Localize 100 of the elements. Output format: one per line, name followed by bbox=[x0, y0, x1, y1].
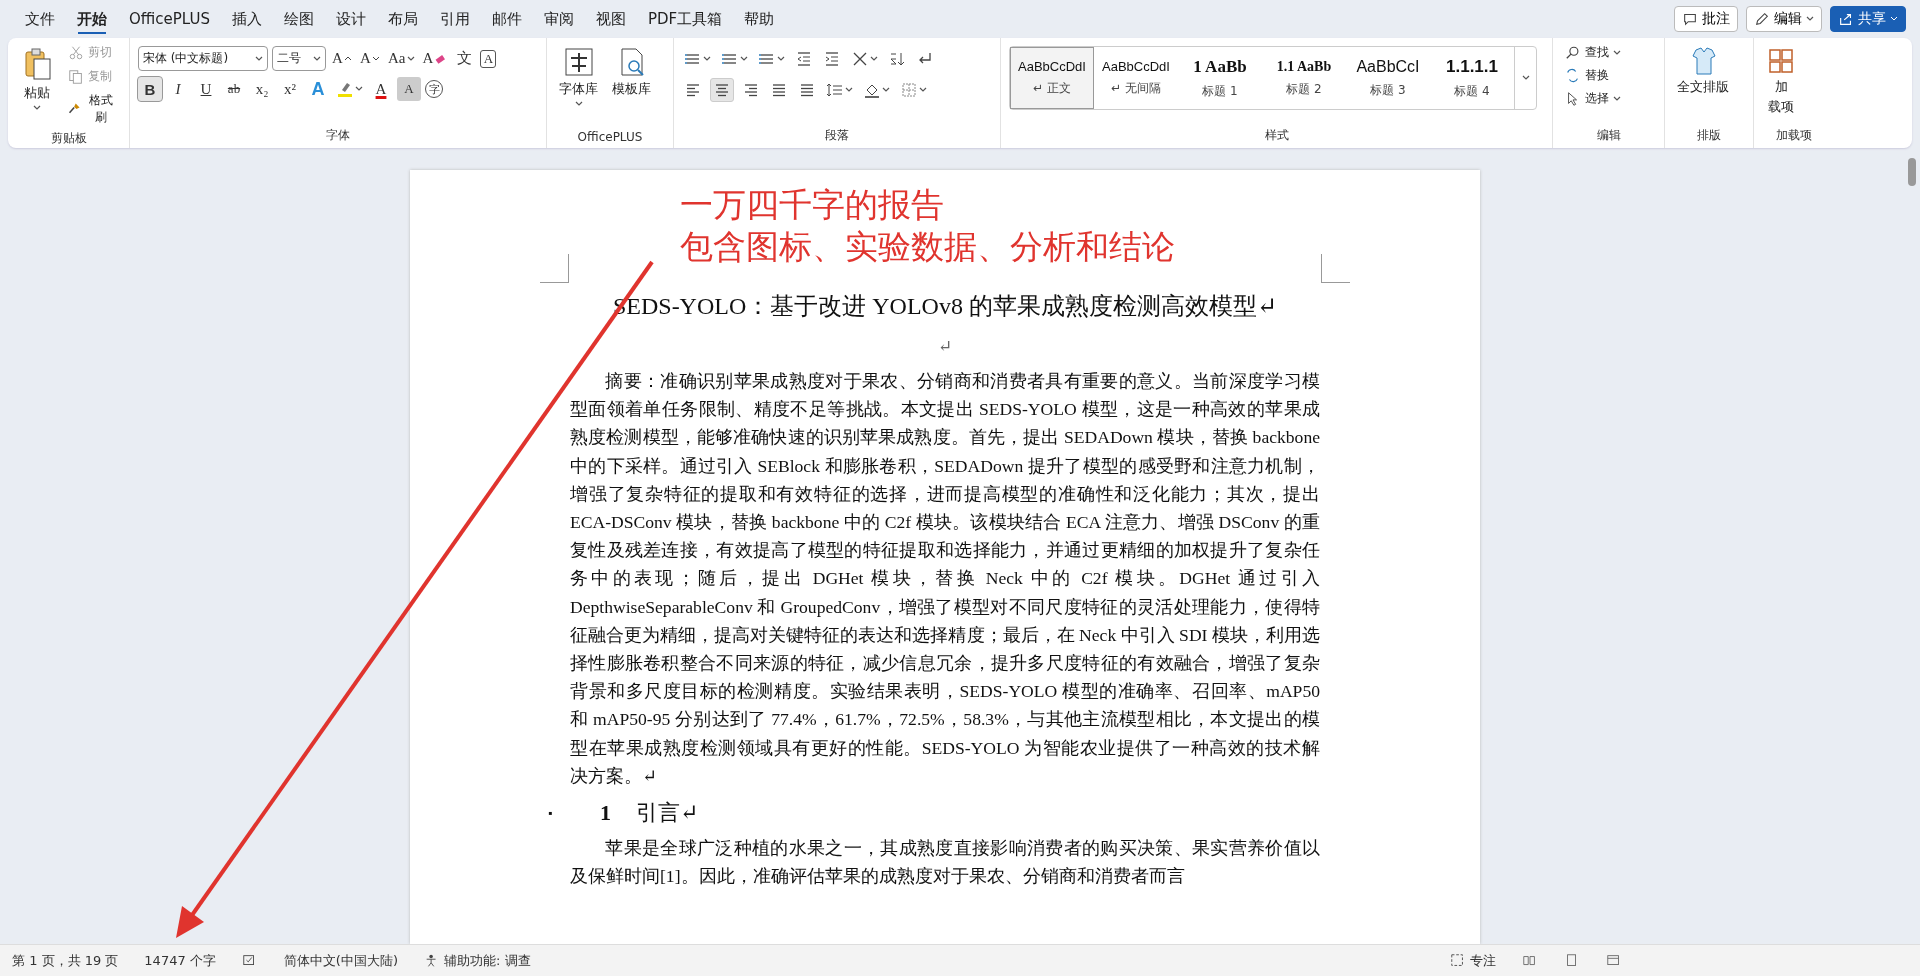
ribbon-tab[interactable]: 引用 bbox=[428, 3, 481, 35]
paragraph-mark: ↵ bbox=[936, 336, 954, 357]
align-left-icon bbox=[684, 81, 702, 99]
list-marker: ▪ bbox=[548, 805, 554, 821]
group-label: 加载项 bbox=[1775, 127, 1813, 144]
style-option[interactable]: AaBbCcDdI ↵ 正文 bbox=[1010, 47, 1094, 109]
caret-icon bbox=[703, 55, 711, 63]
caret-down-icon bbox=[371, 54, 380, 63]
ribbon-tab[interactable]: OfficePLUS bbox=[118, 4, 221, 34]
comment-icon bbox=[1682, 11, 1698, 27]
word-count[interactable]: 14747 个字 bbox=[144, 951, 216, 970]
caret-icon bbox=[255, 54, 263, 63]
change-case-button[interactable]: Aa bbox=[386, 46, 417, 71]
font-color-button[interactable]: A bbox=[369, 77, 393, 101]
italic-button[interactable]: I bbox=[166, 77, 190, 101]
font-size-dropdown[interactable]: 二号 bbox=[272, 46, 326, 71]
group-label: 编辑 bbox=[1595, 127, 1622, 144]
line-spacing-icon bbox=[826, 81, 844, 99]
language-status[interactable]: 简体中文(中国大陆) bbox=[283, 951, 398, 970]
share-button[interactable]: 共享 bbox=[1830, 6, 1906, 32]
character-border-button[interactable]: A bbox=[480, 49, 497, 68]
distributed-icon bbox=[798, 81, 816, 99]
character-frame-icon bbox=[562, 46, 595, 78]
caret-icon bbox=[1806, 15, 1814, 23]
ribbon-tab[interactable]: 邮件 bbox=[480, 3, 533, 35]
align-right-icon bbox=[742, 81, 760, 99]
abstract-paragraph: 摘要：准确识别苹果成熟度对于果农、分销商和消费者具有重要的意义。当前深度学习模型面领着单任务限制、精度不足等挑战。本文提出 SEDS-YOLO 模型，这是一种高效的苹果成熟度检测模型，能够准确快速的识别苹果成熟度。首先，提出 SEDADown 模块，替换 backbone 中的下采样。通过引入 SEBlock 和膨胀卷积，SEDADown 提升了模型的感受野和注意力机制，增强了复杂特征的提取和有效特征的选择，进而提高模型的准确性和泛化能力；其次，提出 ECA-DSConv 模块，替换 backbone 中的 C2f 模块。该模块结合 ECA 注意力、增强 DSConv 的重复性及残差连接，有效提高了模型的特征提取和选择能力，并通过更精细的加权提升了复杂任务中的表现；随后，提出 DGHet 模块，替换 Neck 中的 C2f 模块。DGHet 通过引入 DepthwiseSeparableConv 和 GroupedConv，增强了模型对不同尺度特征的灵活处理能力，使得特征融合更为精细，提高对关键特征的表达和选择精度；最后，在 Neck 中引入 SDI 模块，利用选择性膨胀卷积整合不同来源的特征，减少信息冗余，提升多尺度特征的有效融合，增强了复杂背景和多尺度目标的检测精度。实验结果表明，SEDS-YOLO 模型的准确率、召回率、mAP50 和 mAP50-95 分别达到了 77.4%，61.7%，72.5%，58.3%，与其他主流模型相比，本文提出的模型在苹果成熟度检测领域具有更好的性能。SEDS-YOLO 为智能农业提供了一种高效的技术解决方案。↵ bbox=[570, 370, 1320, 788]
share-icon bbox=[1838, 11, 1854, 27]
borders-icon bbox=[900, 81, 918, 99]
style-option[interactable]: 1 AaBb 标题 1 bbox=[1178, 47, 1262, 109]
ribbon-tab[interactable]: 视图 bbox=[584, 3, 637, 35]
caret-icon bbox=[740, 55, 748, 63]
caret-icon bbox=[919, 86, 927, 94]
justify-icon bbox=[770, 81, 788, 99]
ribbon-tab[interactable]: 开始 bbox=[66, 3, 118, 35]
align-center-icon bbox=[713, 81, 731, 99]
style-option[interactable]: AaBbCcI 标题 3 bbox=[1346, 47, 1430, 109]
superscript-button[interactable]: x² bbox=[278, 77, 302, 101]
grow-font-button[interactable]: A bbox=[330, 46, 354, 71]
group-label: 字体 bbox=[325, 127, 351, 144]
find-button[interactable]: 查找 bbox=[1561, 42, 1625, 63]
ribbon-tab[interactable]: 设计 bbox=[324, 3, 377, 35]
caret-icon bbox=[406, 54, 415, 63]
template-library-button[interactable]: 模板库 bbox=[608, 42, 655, 102]
edit-button[interactable]: 编辑 bbox=[1746, 6, 1822, 32]
add-ins-button[interactable]: 加 载项 bbox=[1762, 42, 1800, 120]
ribbon-tab[interactable]: 审阅 bbox=[532, 3, 585, 35]
accessibility-status[interactable]: 辅助功能: 调查 bbox=[424, 951, 531, 970]
bold-button[interactable]: B bbox=[138, 77, 162, 101]
focus-icon bbox=[1450, 952, 1466, 969]
copy-icon bbox=[68, 68, 84, 85]
underline-button[interactable]: U bbox=[194, 77, 218, 101]
expand-icon bbox=[1521, 74, 1530, 82]
grid-icon bbox=[1766, 46, 1796, 76]
heading-number: 1 bbox=[600, 800, 612, 827]
group-label: OfficePLUS bbox=[576, 129, 644, 146]
ribbon-tab[interactable]: 绘图 bbox=[272, 3, 325, 35]
paste-button[interactable]: 粘贴 bbox=[16, 42, 58, 116]
group-label: 样式 bbox=[1263, 127, 1290, 144]
ribbon-tab[interactable]: 文件 bbox=[14, 3, 66, 35]
page-count[interactable]: 第 1 页，共 19 页 bbox=[12, 951, 119, 970]
caret-icon bbox=[845, 86, 853, 94]
ribbon-tab[interactable]: 插入 bbox=[220, 3, 273, 35]
annotation-text: 包含图标、实验数据、分析和结论 bbox=[680, 226, 1176, 268]
pencil-icon bbox=[1754, 11, 1770, 27]
font-library-button[interactable]: 字体库 bbox=[555, 42, 602, 112]
crop-mark bbox=[1321, 254, 1350, 283]
select-button[interactable]: 选择 bbox=[1561, 88, 1625, 109]
ribbon-tab[interactable]: 帮助 bbox=[733, 3, 786, 35]
align-center-button[interactable] bbox=[710, 78, 734, 102]
strikethrough-button[interactable]: ab bbox=[222, 77, 246, 101]
full-text-layout-button[interactable]: 全文排版 bbox=[1673, 42, 1733, 100]
ribbon-tab[interactable]: PDF工具箱 bbox=[636, 3, 734, 35]
caret-up-icon bbox=[343, 54, 352, 63]
caret-icon bbox=[1890, 15, 1898, 23]
phonetic-guide-button[interactable]: 文 bbox=[452, 46, 477, 71]
caret-icon bbox=[313, 54, 321, 63]
caret-icon bbox=[882, 86, 890, 94]
caret-icon bbox=[1613, 94, 1621, 103]
character-shading-button[interactable]: A bbox=[397, 77, 421, 101]
comment-button[interactable]: 批注 bbox=[1674, 6, 1738, 32]
scissors-icon bbox=[68, 44, 84, 61]
crop-mark bbox=[540, 254, 569, 283]
clear-format-button[interactable]: A bbox=[420, 46, 449, 71]
focus-button[interactable]: 专注 bbox=[1450, 951, 1496, 970]
group-label: 段落 bbox=[824, 127, 850, 144]
style-option[interactable]: AaBbCcDdI ↵ 无间隔 bbox=[1094, 47, 1178, 109]
font-name-dropdown[interactable]: 宋体 (中文标题) bbox=[138, 46, 268, 71]
decrease-indent-icon bbox=[795, 50, 813, 68]
subscript-button[interactable]: x₂ bbox=[250, 77, 274, 101]
format-painter-button[interactable]: 格式刷 bbox=[64, 90, 121, 128]
caret-icon bbox=[1613, 48, 1621, 57]
style-option[interactable]: 1.1.1.1 标题 4 bbox=[1430, 47, 1514, 109]
scrollbar-thumb[interactable] bbox=[1908, 158, 1916, 186]
replace-button[interactable]: 替换 bbox=[1561, 65, 1613, 86]
annotation-text: 一万四千字的报告 bbox=[680, 184, 945, 226]
style-option[interactable]: 1.1 AaBb 标题 2 bbox=[1262, 47, 1346, 109]
shrink-font-button[interactable]: A bbox=[358, 46, 382, 71]
ribbon-tab[interactable]: 布局 bbox=[376, 3, 429, 35]
highlighter-icon bbox=[336, 80, 354, 98]
